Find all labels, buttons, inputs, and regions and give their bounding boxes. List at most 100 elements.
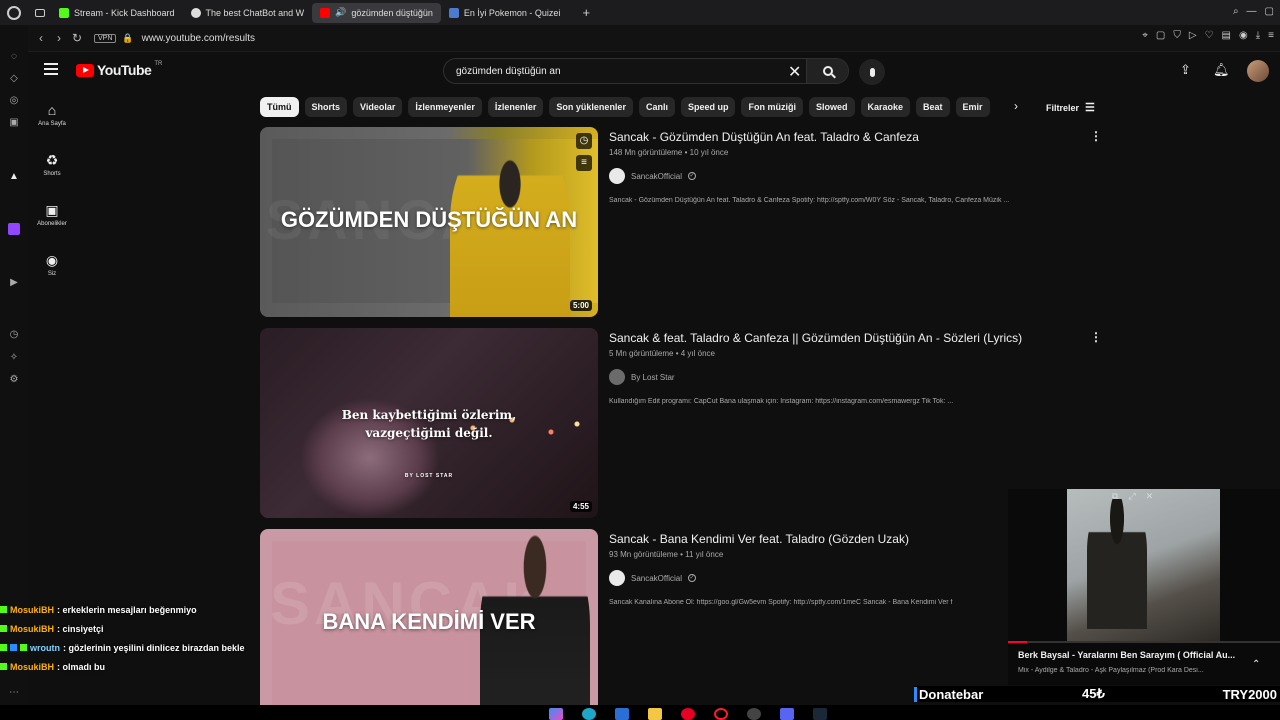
instagram-icon[interactable]: ◎ bbox=[8, 95, 20, 107]
speaker-icon[interactable]: 🔊 bbox=[335, 7, 346, 18]
tab-youtube[interactable]: 🔊 gözümden düştüğün bbox=[312, 2, 441, 23]
video-title[interactable]: Sancak - Gözümden Düştüğün An feat. Tala… bbox=[609, 130, 1029, 144]
nav-subscriptions[interactable]: ▣ Abonelikler bbox=[28, 202, 76, 227]
store-icon[interactable] bbox=[615, 708, 629, 720]
back-icon[interactable]: ‹ bbox=[32, 31, 50, 45]
messenger-icon[interactable]: ◇ bbox=[8, 73, 20, 85]
expand-icon[interactable]: ⤢ bbox=[1128, 491, 1135, 502]
opera-logo-icon[interactable] bbox=[7, 5, 21, 20]
clear-search-icon[interactable]: ✕ bbox=[788, 62, 801, 82]
tab-quiz[interactable]: En İyi Pokemon - Quizei bbox=[441, 3, 569, 23]
copy-icon[interactable]: ⧉ bbox=[1112, 491, 1118, 502]
watch-later-icon[interactable]: ◷ bbox=[576, 133, 592, 149]
reload-icon[interactable]: ↻ bbox=[68, 31, 86, 45]
chevron-up-icon[interactable]: ⌃ bbox=[1252, 659, 1260, 670]
nav-home[interactable]: ⌂ Ana Sayfa bbox=[28, 102, 76, 127]
video-title[interactable]: Sancak & feat. Taladro & Canfeza || Gözü… bbox=[609, 331, 1029, 345]
chevron-right-icon[interactable]: › bbox=[1014, 99, 1018, 113]
snapshot-icon[interactable]: ▢ bbox=[1156, 30, 1165, 41]
forward-icon[interactable]: › bbox=[50, 31, 68, 45]
nav-shorts[interactable]: ♻ Shorts bbox=[28, 152, 76, 177]
filters-button[interactable]: Filtreler ☰ bbox=[1046, 101, 1095, 114]
voice-search-button[interactable] bbox=[859, 59, 885, 85]
channel-row[interactable]: SancakOfficial ✓ bbox=[609, 570, 1029, 586]
more-options-icon[interactable]: ⋮ bbox=[1090, 330, 1102, 344]
chip-recently-uploaded[interactable]: Son yüklenenler bbox=[549, 97, 633, 117]
steam-icon[interactable] bbox=[813, 708, 827, 720]
vpn-badge[interactable]: VPN bbox=[94, 33, 117, 43]
notifications-bell-icon[interactable]: 🔔︎ bbox=[1213, 62, 1230, 78]
play-icon[interactable]: ▷ bbox=[1189, 30, 1197, 41]
aria-icon[interactable]: ◌ bbox=[8, 51, 20, 63]
video-title[interactable]: Sancak - Bana Kendimi Ver feat. Taladro … bbox=[609, 532, 1029, 546]
tab-chatbot[interactable]: The best ChatBot and W bbox=[183, 3, 313, 23]
chip-watched[interactable]: İzlenenler bbox=[487, 97, 544, 117]
search-button[interactable] bbox=[806, 59, 848, 83]
menu-icon[interactable]: ≡ bbox=[1268, 30, 1274, 41]
hamburger-menu-icon[interactable] bbox=[44, 63, 58, 75]
more-icon[interactable]: ⋯ bbox=[8, 687, 20, 699]
chip-shorts[interactable]: Shorts bbox=[304, 97, 348, 117]
chip-emir[interactable]: Emir bbox=[955, 97, 990, 117]
url-field[interactable]: www.youtube.com/results bbox=[142, 33, 255, 44]
kick-side-icon[interactable]: ▲ bbox=[8, 171, 20, 183]
chip-videos[interactable]: Videolar bbox=[353, 97, 403, 117]
video-thumbnail[interactable]: SANCAK GÖZÜMDEN DÜŞTÜĞÜN AN ◷ ≡ 5:00 bbox=[260, 127, 598, 317]
wallet-icon[interactable]: ▤ bbox=[1222, 30, 1231, 41]
more-options-icon[interactable]: ⋮ bbox=[1090, 129, 1102, 143]
chip-unwatched[interactable]: İzlenmeyenler bbox=[408, 97, 482, 117]
channel-name[interactable]: SancakOfficial bbox=[631, 574, 682, 583]
chip-live[interactable]: Canlı bbox=[638, 97, 675, 117]
new-tab-button[interactable]: + bbox=[582, 5, 590, 20]
nav-you[interactable]: ◉ Siz bbox=[28, 252, 76, 277]
pin-icon[interactable]: ⌖ bbox=[1142, 30, 1148, 41]
miniplayer[interactable]: ⧉ ⤢ ✕ Berk Baysal - Yaralarını Ben Saray… bbox=[1008, 489, 1280, 685]
video-thumbnail[interactable]: SANCAK BANA KENDİMİ VER bbox=[260, 529, 598, 719]
search-result[interactable]: Ben kaybettiğimi özlerim, vazgeçtiğimi d… bbox=[260, 328, 1102, 518]
channel-row[interactable]: SancakOfficial ✓ bbox=[609, 168, 1029, 184]
edge-icon[interactable] bbox=[582, 708, 596, 720]
settings-icon[interactable]: ⚙ bbox=[8, 374, 20, 386]
history-icon[interactable]: ◷ bbox=[8, 329, 20, 341]
opera-icon[interactable] bbox=[714, 708, 728, 720]
copilot-icon[interactable] bbox=[549, 708, 563, 720]
tab-kick-dashboard[interactable]: Stream - Kick Dashboard bbox=[51, 3, 183, 23]
tab-overview-icon[interactable] bbox=[35, 8, 45, 17]
folder-icon[interactable] bbox=[648, 708, 662, 720]
heart-icon[interactable]: ♡ bbox=[1205, 30, 1214, 41]
chip-background-music[interactable]: Fon müziği bbox=[741, 97, 803, 117]
close-icon[interactable]: ✕ bbox=[1146, 491, 1154, 502]
chip-all[interactable]: Tümü bbox=[260, 97, 299, 117]
pinterest-icon[interactable] bbox=[681, 708, 695, 720]
miniplayer-progress-bar[interactable] bbox=[1008, 641, 1280, 643]
video-thumbnail[interactable]: Ben kaybettiğimi özlerim, vazgeçtiğimi d… bbox=[260, 328, 598, 518]
avatar[interactable] bbox=[1247, 60, 1269, 82]
discord-icon[interactable] bbox=[780, 708, 794, 720]
chip-karaoke[interactable]: Karaoke bbox=[860, 97, 911, 117]
channel-avatar[interactable] bbox=[609, 369, 625, 385]
channel-avatar[interactable] bbox=[609, 168, 625, 184]
channel-name[interactable]: By Lost Star bbox=[631, 373, 675, 382]
shield-icon[interactable]: ⛉ bbox=[1173, 30, 1181, 41]
channel-row[interactable]: By Lost Star bbox=[609, 369, 1029, 385]
minimize-icon[interactable]: — bbox=[1247, 6, 1257, 17]
maximize-icon[interactable]: ▢ bbox=[1265, 6, 1274, 17]
search-box[interactable]: gözümden düştüğün an ✕ bbox=[443, 58, 849, 84]
search-tabs-icon[interactable]: ⌕ bbox=[1233, 6, 1239, 17]
add-to-queue-icon[interactable]: ≡ bbox=[576, 155, 592, 171]
create-upload-icon[interactable]: ⇪ bbox=[1180, 62, 1191, 78]
profile-icon[interactable]: ◉ bbox=[1239, 30, 1248, 41]
miniplayer-video[interactable] bbox=[1067, 489, 1220, 641]
obs-icon[interactable] bbox=[747, 708, 761, 720]
extensions-icon[interactable]: ✧ bbox=[8, 352, 20, 364]
miniplayer-title[interactable]: Berk Baysal - Yaralarını Ben Sarayım ( O… bbox=[1018, 650, 1253, 660]
youtube-logo[interactable]: YouTube TR bbox=[76, 61, 162, 78]
download-icon[interactable]: ⤓ bbox=[1256, 30, 1260, 41]
player-icon[interactable]: ▶ bbox=[8, 277, 20, 289]
channel-avatar[interactable] bbox=[609, 570, 625, 586]
search-result[interactable]: SANCAK GÖZÜMDEN DÜŞTÜĞÜN AN ◷ ≡ 5:00 San… bbox=[260, 127, 1102, 317]
whatsapp-icon[interactable]: ▣ bbox=[8, 117, 20, 129]
chip-speed-up[interactable]: Speed up bbox=[680, 97, 736, 117]
chip-beat[interactable]: Beat bbox=[916, 97, 950, 117]
chip-slowed[interactable]: Slowed bbox=[808, 97, 855, 117]
